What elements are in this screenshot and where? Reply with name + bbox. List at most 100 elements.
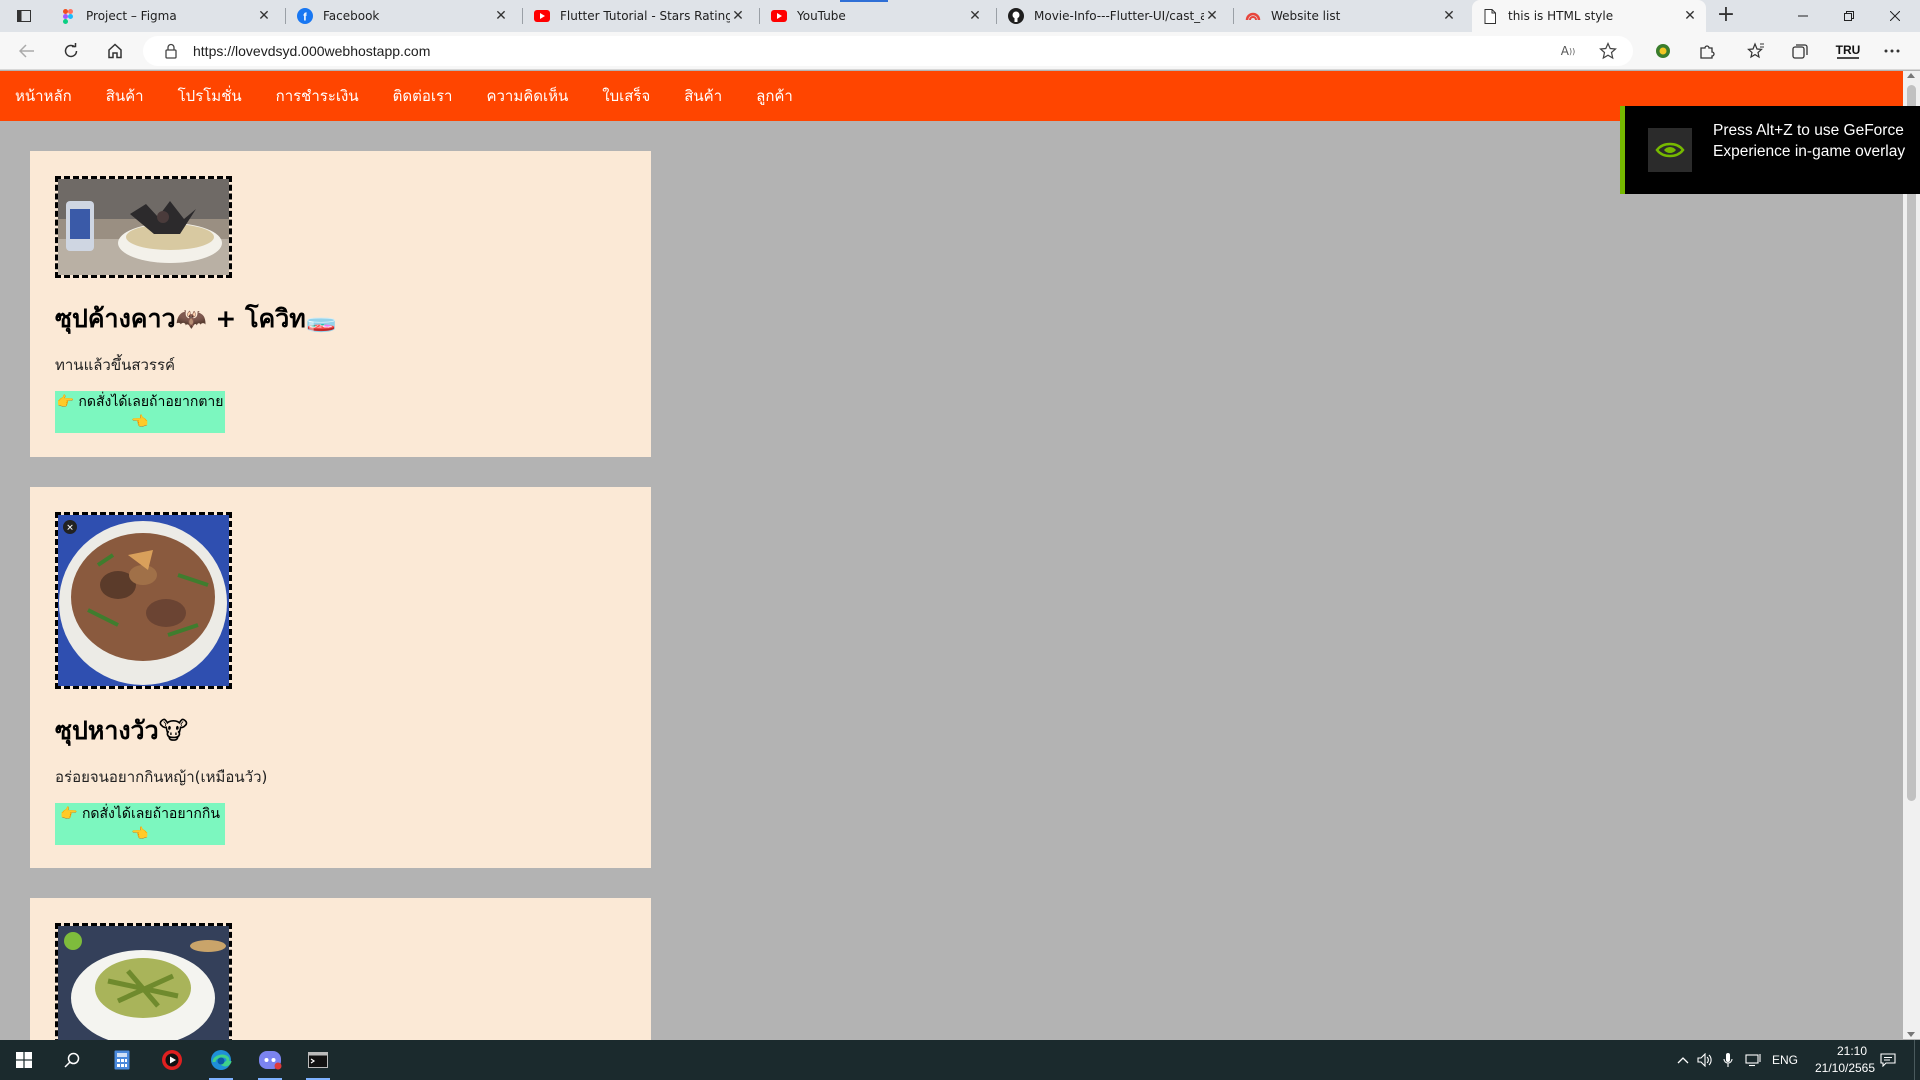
windows-taskbar: ENG 21:10 21/10/2565 bbox=[0, 1040, 1920, 1080]
tab-title: Flutter Tutorial - Stars Rating Ba bbox=[560, 9, 730, 23]
audio-indicator bbox=[840, 0, 888, 2]
browser-tab-strip: Project – Figma ✕ f Facebook ✕ Flutter T… bbox=[0, 0, 1920, 32]
nav-item-customers[interactable]: ลูกค้า bbox=[756, 84, 793, 108]
product-title: ซุปหางวัว🐮 bbox=[55, 716, 189, 745]
nav-item-comments[interactable]: ความคิดเห็น bbox=[486, 84, 568, 108]
more-menu-icon[interactable] bbox=[1879, 39, 1905, 63]
scroll-up-arrow-icon[interactable] bbox=[1907, 73, 1915, 78]
collections-icon[interactable] bbox=[1787, 39, 1813, 63]
edge-browser-icon[interactable] bbox=[197, 1040, 245, 1080]
nav-item-contact[interactable]: ติดต่อเรา bbox=[393, 84, 453, 108]
product-description: อร่อยจนอยากกินหญ้า(เหมือนวัว) bbox=[55, 768, 268, 786]
tab-flutter-tutorial[interactable]: Flutter Tutorial - Stars Rating Ba ✕ bbox=[524, 0, 754, 32]
address-bar[interactable]: https://lovevdsyd.000webhostapp.com A)) bbox=[143, 36, 1633, 66]
close-tab-icon[interactable]: ✕ bbox=[1682, 8, 1698, 24]
add-favorite-icon[interactable] bbox=[1598, 41, 1618, 61]
facebook-icon: f bbox=[297, 8, 313, 24]
tab-title: Website list bbox=[1271, 9, 1341, 23]
nav-item-products[interactable]: สินค้า bbox=[106, 84, 144, 108]
bat-soup-image[interactable] bbox=[55, 176, 232, 278]
product-title: ซุปค้างคาว🦇 + โควิท🧫 bbox=[55, 304, 337, 333]
youtube-icon bbox=[534, 8, 550, 24]
page-scrollbar[interactable] bbox=[1903, 71, 1920, 1039]
url-text[interactable]: https://lovevdsyd.000webhostapp.com bbox=[193, 43, 430, 59]
new-tab-button[interactable]: + bbox=[1712, 4, 1740, 28]
svg-text:✕: ✕ bbox=[66, 523, 74, 533]
close-tab-icon[interactable]: ✕ bbox=[493, 8, 509, 24]
page-icon bbox=[1482, 8, 1498, 24]
nav-item-promotions[interactable]: โปรโมชั่น bbox=[178, 84, 242, 108]
start-windows-icon[interactable] bbox=[0, 1040, 48, 1080]
scroll-down-arrow-icon[interactable] bbox=[1907, 1032, 1915, 1037]
tab-title: this is HTML style bbox=[1508, 9, 1614, 23]
tab-separator bbox=[1233, 8, 1234, 24]
calculator-icon[interactable] bbox=[98, 1040, 146, 1080]
close-tab-icon[interactable]: ✕ bbox=[1204, 8, 1220, 24]
tab-actions-icon[interactable] bbox=[10, 6, 38, 26]
product-card: ซุปค้างคาว🦇 + โควิท🧫 ทานแล้วขึ้นสวรรค์ 👉… bbox=[30, 151, 651, 457]
tab-facebook[interactable]: f Facebook ✕ bbox=[287, 0, 517, 32]
close-tab-icon[interactable]: ✕ bbox=[256, 8, 272, 24]
tab-website-list[interactable]: Website list ✕ bbox=[1235, 0, 1465, 32]
favorites-icon[interactable] bbox=[1743, 39, 1769, 63]
svg-text:TRU: TRU bbox=[1836, 43, 1861, 57]
close-tab-icon[interactable]: ✕ bbox=[967, 8, 983, 24]
tab-html-style[interactable]: this is HTML style ✕ bbox=[1472, 0, 1706, 32]
product-card bbox=[30, 898, 651, 1063]
clock-time[interactable]: 21:10 bbox=[1820, 1044, 1884, 1058]
search-icon[interactable] bbox=[48, 1040, 96, 1080]
tab-title: Facebook bbox=[323, 9, 380, 23]
show-desktop-button[interactable] bbox=[1914, 1040, 1920, 1080]
nav-item-products-2[interactable]: สินค้า bbox=[684, 84, 722, 108]
tab-separator bbox=[759, 8, 760, 24]
clock-date[interactable]: 21/10/2565 bbox=[1805, 1061, 1885, 1075]
nav-item-home[interactable]: หน้าหลัก bbox=[15, 84, 72, 108]
extension-icon[interactable] bbox=[1650, 39, 1676, 63]
youtube-icon bbox=[771, 8, 787, 24]
tab-youtube[interactable]: YouTube ✕ bbox=[761, 0, 991, 32]
tab-title: Project – Figma bbox=[86, 9, 177, 23]
close-tab-icon[interactable]: ✕ bbox=[730, 8, 746, 24]
tab-title: Movie-Info---Flutter-UI/cast_an bbox=[1034, 9, 1204, 23]
show-hidden-icons-icon[interactable] bbox=[1675, 1052, 1691, 1068]
media-player-icon[interactable] bbox=[148, 1040, 196, 1080]
read-aloud-icon[interactable]: A)) bbox=[1558, 41, 1578, 61]
geforce-overlay-toast: Press Alt+Z to use GeForce Experience in… bbox=[1620, 106, 1920, 194]
tab-separator bbox=[996, 8, 997, 24]
volume-icon[interactable] bbox=[1697, 1052, 1713, 1068]
tab-figma[interactable]: Project – Figma ✕ bbox=[50, 0, 280, 32]
input-language[interactable]: ENG bbox=[1772, 1053, 1798, 1067]
github-icon bbox=[1008, 8, 1024, 24]
overlay-message: Press Alt+Z to use GeForce Experience in… bbox=[1713, 122, 1906, 160]
nav-item-receipt[interactable]: ใบเสร็จ bbox=[602, 84, 650, 108]
nvidia-icon bbox=[1648, 128, 1692, 172]
back-button[interactable] bbox=[14, 39, 40, 63]
nav-item-payment[interactable]: การชำระเงิน bbox=[276, 84, 359, 108]
refresh-button[interactable] bbox=[58, 39, 84, 63]
extensions-puzzle-icon[interactable] bbox=[1694, 39, 1720, 63]
lock-icon[interactable] bbox=[163, 43, 179, 59]
order-button[interactable]: 👉 กดสั่งได้เลยถ้าอยากตาย 👈 bbox=[55, 391, 225, 433]
product-card: ✕ ซุปหางวัว🐮 อร่อยจนอยากกินหญ้า(เหมือนวั… bbox=[30, 487, 651, 868]
browser-toolbar: https://lovevdsyd.000webhostapp.com A)) … bbox=[0, 32, 1920, 70]
oxtail-soup-image[interactable]: ✕ bbox=[55, 512, 232, 689]
000webhost-icon bbox=[1245, 8, 1261, 24]
tab-github[interactable]: Movie-Info---Flutter-UI/cast_an ✕ bbox=[998, 0, 1228, 32]
tab-title: YouTube bbox=[797, 9, 846, 23]
microphone-icon[interactable] bbox=[1720, 1052, 1736, 1068]
figma-icon bbox=[60, 8, 76, 24]
restore-button[interactable] bbox=[1826, 0, 1872, 32]
profile-tru-icon[interactable]: TRU bbox=[1833, 39, 1863, 63]
notification-center-icon[interactable] bbox=[1880, 1052, 1896, 1068]
close-tab-icon[interactable]: ✕ bbox=[1441, 8, 1457, 24]
discord-icon[interactable] bbox=[246, 1040, 294, 1080]
order-button[interactable]: 👉 กดสั่งได้เลยถ้าอยากกิน 👈 bbox=[55, 803, 225, 845]
product-description: ทานแล้วขึ้นสวรรค์ bbox=[55, 356, 176, 374]
home-button[interactable] bbox=[102, 39, 128, 63]
terminal-icon[interactable] bbox=[294, 1040, 342, 1080]
close-window-button[interactable] bbox=[1872, 0, 1918, 32]
tab-separator bbox=[285, 8, 286, 24]
site-nav: หน้าหลัก สินค้า โปรโมชั่น การชำระเงิน ติ… bbox=[0, 71, 1903, 121]
network-icon[interactable] bbox=[1745, 1052, 1761, 1068]
minimize-button[interactable] bbox=[1780, 0, 1826, 32]
